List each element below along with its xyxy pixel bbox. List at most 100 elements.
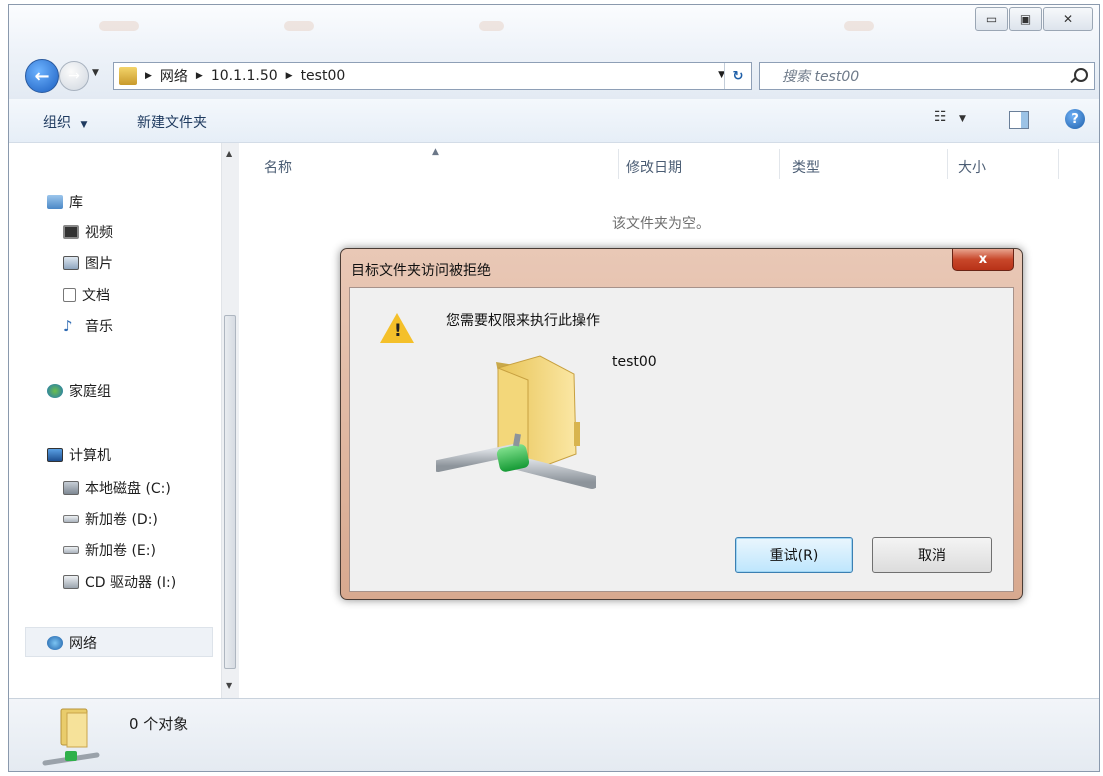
blurred-title-fragment [844, 21, 874, 31]
column-name[interactable]: 名称 [264, 157, 292, 177]
maximize-icon: ▣ [1019, 12, 1032, 26]
cd-drive-icon [63, 575, 79, 589]
nav-computer-label: 计算机 [69, 448, 111, 464]
close-icon: x [978, 252, 988, 267]
organize-button[interactable]: 组织 ▼ [43, 112, 87, 132]
title-bar[interactable]: ▭ ▣ ✕ [9, 5, 1099, 51]
column-modified[interactable]: 修改日期 [626, 157, 682, 177]
column-divider[interactable] [1058, 149, 1059, 179]
chevron-down-icon: ▼ [80, 120, 88, 130]
view-list-icon: ☷ [934, 109, 947, 125]
nav-documents-label: 文档 [82, 288, 110, 304]
nav-drive-e[interactable]: 新加卷 (E:) [63, 540, 156, 560]
nav-pictures-label: 图片 [85, 256, 113, 272]
window-controls: ▭ ▣ ✕ [974, 7, 1093, 31]
retry-button[interactable]: 重试(R) [735, 537, 853, 573]
arrow-right-icon: → [68, 68, 80, 84]
nav-drive-d[interactable]: 新加卷 (D:) [63, 509, 158, 529]
view-options-button[interactable]: ☷ ▼ [934, 109, 966, 125]
preview-pane-icon[interactable] [1009, 111, 1029, 129]
access-denied-dialog: 目标文件夹访问被拒绝 x 您需要权限来执行此操作 [340, 248, 1023, 600]
nav-drive-cd[interactable]: CD 驱动器 (I:) [63, 572, 176, 592]
navigation-pane: 库 视频 图片 文档 ♪ 音乐 家庭组 计算机 本地磁盘 (C:) 新加卷 (D… [9, 143, 242, 698]
nav-scrollbar[interactable]: ▲ ▼ [221, 143, 239, 698]
maximize-button[interactable]: ▣ [1009, 7, 1042, 31]
homegroup-icon [47, 384, 63, 398]
nav-videos[interactable]: 视频 [63, 222, 113, 242]
scrollbar-thumb[interactable] [224, 315, 236, 669]
chevron-right-icon[interactable]: ▶ [145, 71, 152, 81]
arrow-left-icon: ← [34, 65, 50, 87]
chevron-right-icon[interactable]: ▶ [286, 71, 293, 81]
nav-network[interactable]: 网络 [47, 633, 97, 653]
chevron-right-icon[interactable]: ▶ [196, 71, 203, 81]
sort-ascending-icon: ▲ [432, 147, 439, 157]
blurred-title-fragment [479, 21, 504, 31]
video-icon [63, 225, 79, 239]
address-row: ← → ▼ ▶ 网络 ▶ 10.1.1.50 ▶ test00 ▼ ↻ 搜索 t… [9, 51, 1099, 99]
nav-drive-d-label: 新加卷 (D:) [85, 512, 158, 528]
search-placeholder: 搜索 test00 [782, 69, 860, 85]
warning-icon [380, 313, 414, 343]
column-type[interactable]: 类型 [792, 157, 820, 177]
column-divider[interactable] [779, 149, 780, 179]
organize-label: 组织 [43, 115, 71, 131]
picture-icon [63, 256, 79, 270]
network-icon [47, 636, 63, 650]
close-button[interactable]: ✕ [1043, 7, 1093, 31]
help-icon[interactable]: ? [1065, 109, 1085, 129]
breadcrumb-folder[interactable]: test00 [301, 68, 346, 84]
dialog-title: 目标文件夹访问被拒绝 [351, 263, 491, 279]
address-bar[interactable]: ▶ 网络 ▶ 10.1.1.50 ▶ test00 ▼ ↻ [113, 62, 752, 90]
music-icon: ♪ [63, 317, 73, 335]
nav-drive-c-label: 本地磁盘 (C:) [85, 481, 171, 497]
back-button[interactable]: ← [25, 59, 59, 93]
search-box[interactable]: 搜索 test00 [759, 62, 1095, 90]
forward-button[interactable]: → [59, 61, 89, 91]
nav-videos-label: 视频 [85, 225, 113, 241]
history-dropdown-icon[interactable]: ▼ [92, 68, 99, 78]
network-folder-large-icon [42, 708, 100, 766]
nav-network-label: 网络 [69, 636, 97, 652]
cancel-button[interactable]: 取消 [872, 537, 992, 573]
nav-drive-cd-label: CD 驱动器 (I:) [85, 575, 177, 591]
nav-drive-e-label: 新加卷 (E:) [85, 543, 156, 559]
blurred-title-fragment [99, 21, 139, 31]
computer-icon [47, 448, 63, 462]
refresh-button[interactable]: ↻ [724, 63, 751, 89]
scroll-down-icon[interactable]: ▼ [226, 681, 232, 690]
library-icon [47, 195, 63, 209]
nav-music-label: 音乐 [85, 319, 113, 335]
details-pane: 0 个对象 [9, 698, 1099, 771]
chevron-down-icon: ▼ [959, 114, 966, 124]
search-icon[interactable] [1074, 68, 1088, 82]
blurred-title-fragment [284, 21, 314, 31]
nav-pictures[interactable]: 图片 [63, 253, 113, 273]
column-size[interactable]: 大小 [958, 157, 986, 177]
nav-homegroup-label: 家庭组 [69, 384, 111, 400]
minimize-icon: ▭ [985, 12, 998, 26]
new-folder-button[interactable]: 新建文件夹 [137, 112, 207, 132]
minimize-button[interactable]: ▭ [975, 7, 1008, 31]
dialog-item-name: test00 [612, 354, 657, 370]
breadcrumb-network[interactable]: 网络 [160, 66, 188, 86]
nav-library[interactable]: 库 [47, 192, 83, 212]
nav-music[interactable]: ♪ 音乐 [63, 316, 113, 336]
nav-computer[interactable]: 计算机 [47, 445, 111, 465]
dialog-body: 您需要权限来执行此操作 [349, 287, 1014, 592]
dialog-close-button[interactable]: x [952, 249, 1014, 271]
item-count: 0 个对象 [129, 715, 189, 733]
nav-homegroup[interactable]: 家庭组 [47, 381, 111, 401]
close-icon: ✕ [1062, 12, 1074, 26]
nav-documents[interactable]: 文档 [63, 285, 110, 305]
network-folder-icon [436, 355, 596, 489]
drive-icon [63, 546, 79, 554]
empty-folder-message: 该文件夹为空。 [612, 216, 710, 232]
document-icon [63, 288, 76, 302]
command-bar: 组织 ▼ 新建文件夹 ☷ ▼ ? [9, 99, 1099, 143]
scroll-up-icon[interactable]: ▲ [226, 149, 232, 158]
column-divider[interactable] [618, 149, 619, 179]
column-divider[interactable] [947, 149, 948, 179]
nav-drive-c[interactable]: 本地磁盘 (C:) [63, 478, 171, 498]
breadcrumb-host[interactable]: 10.1.1.50 [211, 68, 278, 84]
